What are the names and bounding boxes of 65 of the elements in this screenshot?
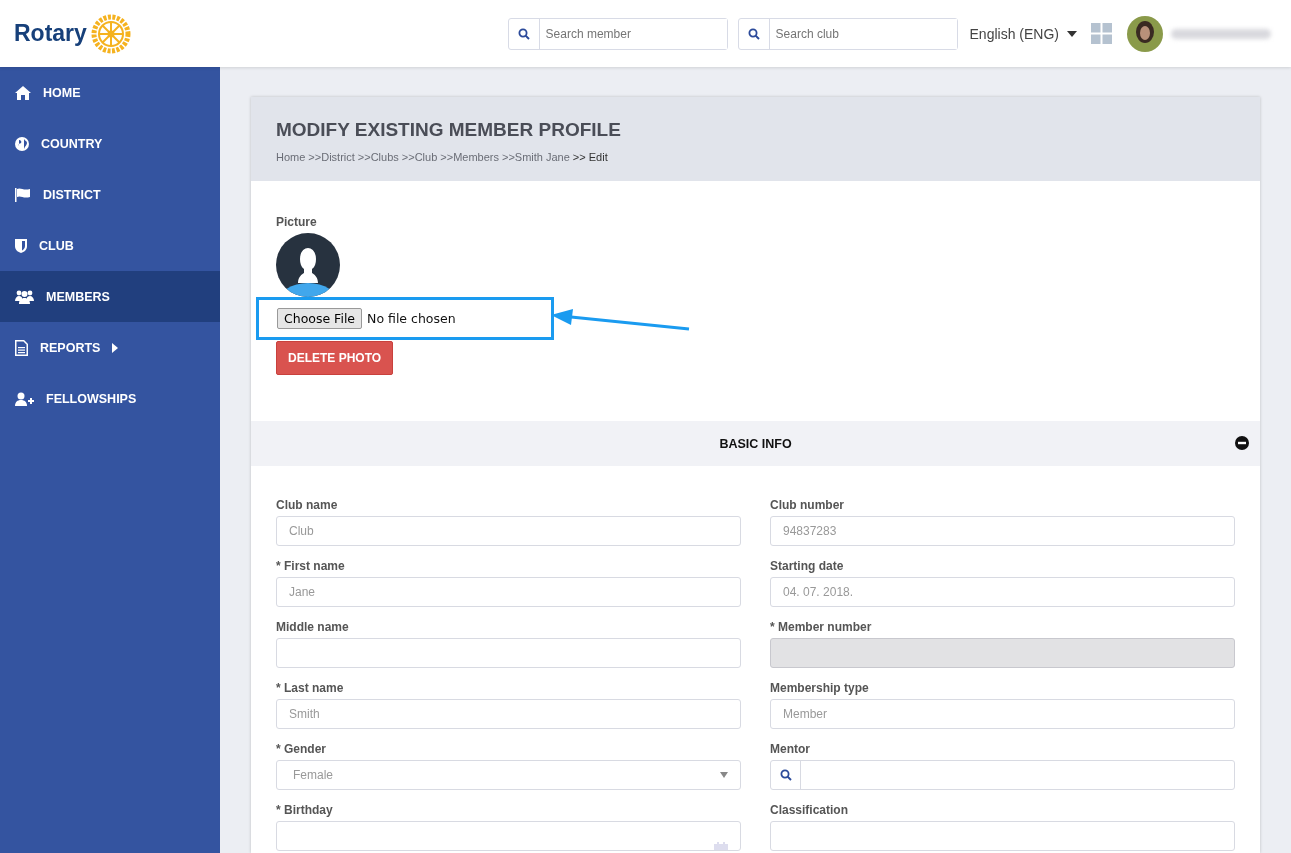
language-dropdown[interactable]: English (ENG) <box>969 25 1077 42</box>
user-avatar[interactable] <box>1127 15 1163 52</box>
page-title: MODIFY EXISTING MEMBER PROFILE <box>276 119 622 141</box>
add-user-icon <box>15 391 34 406</box>
input-field[interactable] <box>770 821 1235 851</box>
grid-icon[interactable] <box>1091 23 1112 44</box>
search-club-field[interactable]: Search club <box>737 17 958 50</box>
input-field[interactable]: 94837283 <box>770 516 1235 546</box>
caret-right-icon <box>112 342 119 353</box>
sidebar-item[interactable]: HOME <box>0 67 220 118</box>
field-label: Membership type <box>770 681 870 695</box>
field-label: Club name <box>276 498 339 512</box>
file-status-text: No file chosen <box>367 311 456 326</box>
field-label: * Member number <box>770 620 873 634</box>
choose-file-button[interactable]: Choose File <box>277 308 363 329</box>
input-field[interactable]: Member <box>770 699 1235 729</box>
collapse-icon[interactable] <box>1235 436 1249 450</box>
input-field[interactable]: Club <box>276 516 741 546</box>
search-icon <box>517 27 530 40</box>
shield-icon <box>15 238 27 253</box>
breadcrumb-link[interactable]: >>Club <box>401 151 438 163</box>
section-header[interactable]: BASIC INFO <box>251 421 1260 466</box>
input-field[interactable]: Jane <box>276 577 741 607</box>
field-label: Starting date <box>770 559 845 573</box>
search-icon <box>779 769 792 781</box>
search-member-field[interactable]: Search member <box>507 17 728 50</box>
field-label: Classification <box>770 803 850 817</box>
breadcrumb-link[interactable]: >> Edit <box>572 151 608 163</box>
breadcrumb-link[interactable]: >>Smith Jane <box>502 151 570 163</box>
breadcrumb-link[interactable]: Home <box>276 151 306 163</box>
home-icon <box>15 85 31 100</box>
flag-icon <box>15 187 31 202</box>
logo-text: Rotary <box>14 20 87 47</box>
field-label: Club number <box>770 498 845 512</box>
document-icon <box>15 339 28 356</box>
breadcrumb-link[interactable]: >>Clubs <box>357 151 399 163</box>
input-field[interactable]: 04. 07. 2018. <box>770 577 1235 607</box>
field-label: * Birthday <box>276 803 334 817</box>
input-field[interactable] <box>276 638 741 668</box>
field-label: Mentor <box>770 742 811 756</box>
field-label: Picture <box>276 215 317 229</box>
sidebar-item[interactable]: COUNTRY <box>0 118 220 169</box>
field-label: * First name <box>276 559 346 573</box>
input-field[interactable]: Smith <box>276 699 741 729</box>
section-title: BASIC INFO <box>719 436 792 451</box>
field-label: * Gender <box>276 742 327 756</box>
sidebar-item[interactable]: FELLOWSHIPS <box>0 373 220 424</box>
sidebar-item[interactable]: DISTRICT <box>0 169 220 220</box>
caret-icon <box>1067 30 1077 37</box>
caret-icon <box>720 772 728 778</box>
date-field[interactable] <box>276 821 741 851</box>
delete-photo-button[interactable]: DELETE PHOTO <box>276 341 394 375</box>
users-icon <box>15 289 34 304</box>
select-field[interactable]: Female <box>276 760 741 790</box>
field-label: Middle name <box>276 620 350 634</box>
field-label: * Last name <box>276 681 345 695</box>
breadcrumb-link[interactable]: >>Members <box>440 151 499 163</box>
calendar-icon <box>714 842 728 850</box>
sidebar-item[interactable]: CLUB <box>0 220 220 271</box>
search-field[interactable] <box>770 760 1235 790</box>
sidebar-item[interactable]: MEMBERS <box>0 271 220 322</box>
sidebar-item[interactable]: REPORTS <box>0 322 220 373</box>
search-icon <box>747 27 760 40</box>
gear-wheel-icon <box>89 12 132 55</box>
breadcrumb-link[interactable]: >>District <box>308 151 355 163</box>
